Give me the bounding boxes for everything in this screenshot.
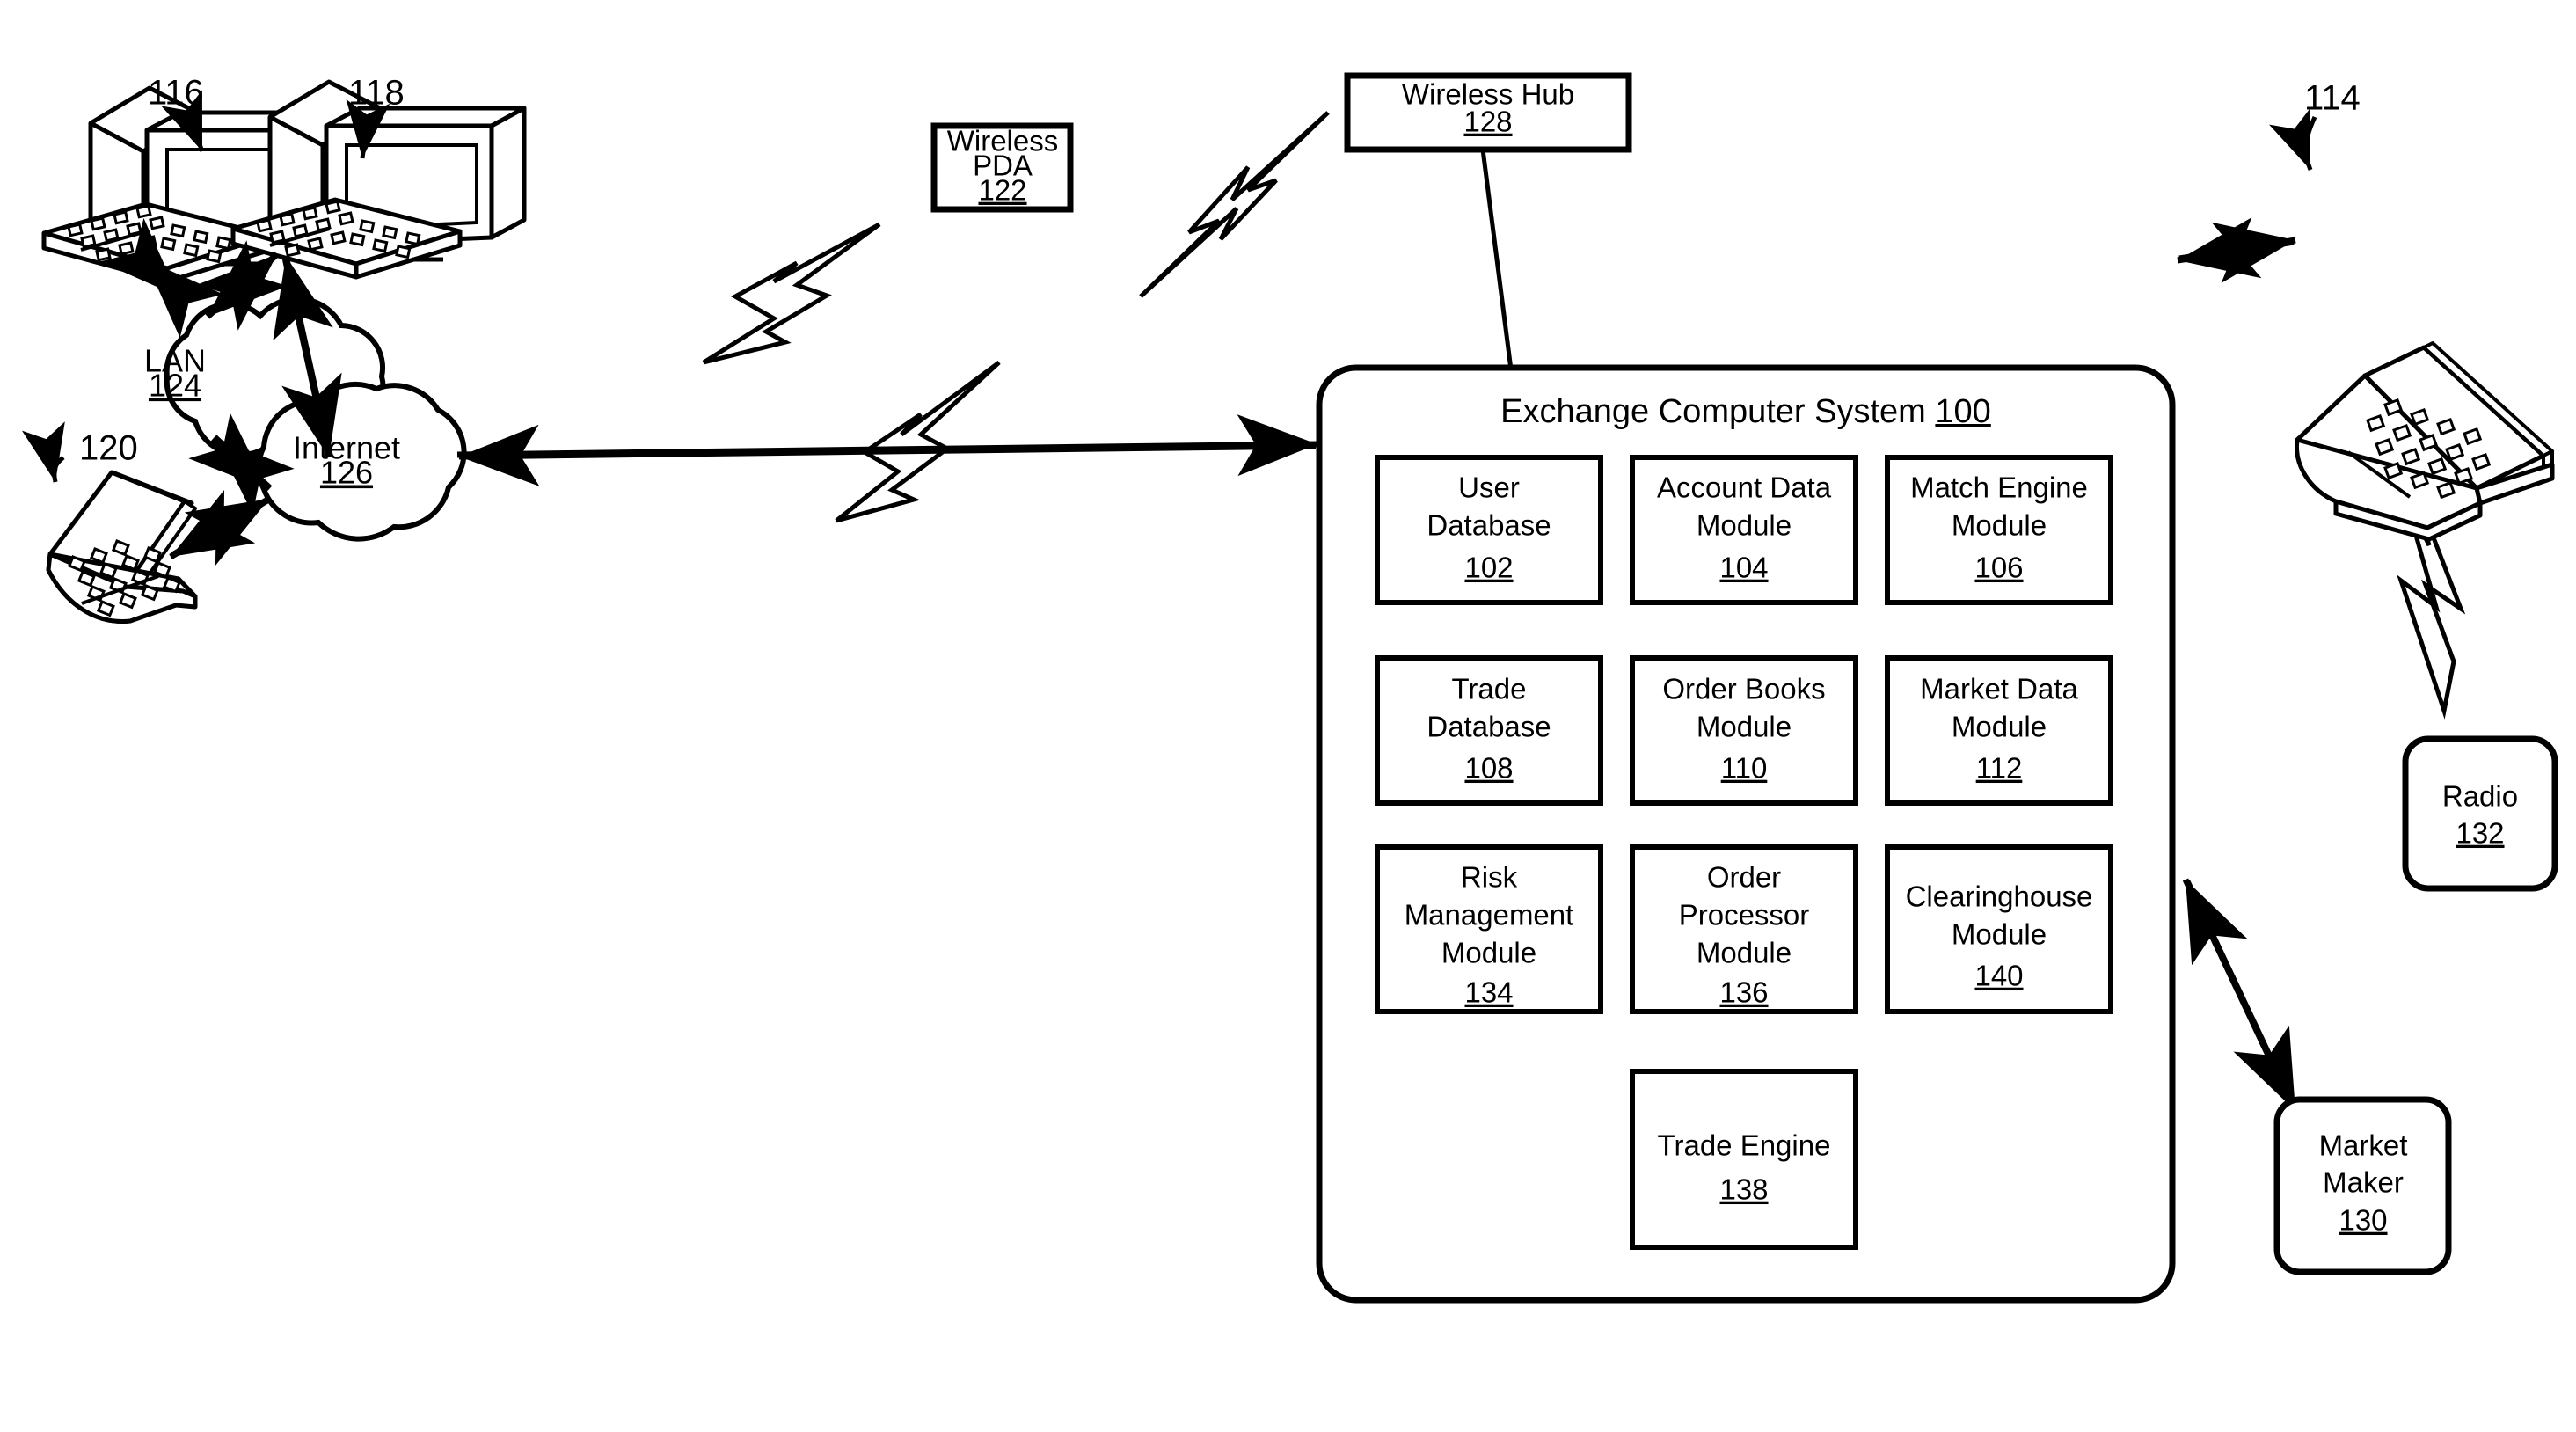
market-maker-line-0: Market <box>2319 1129 2408 1162</box>
module-market-data: Market Data Module 112 <box>1885 655 2113 806</box>
module-clearinghouse-line-0: Clearinghouse <box>1906 880 2093 913</box>
internet-cloud-ref: 126 <box>320 455 373 491</box>
module-trade-database: Trade Database 108 <box>1375 655 1603 806</box>
laptop-computer-120 <box>46 470 198 624</box>
module-user-database-line-1: Database <box>1427 509 1551 542</box>
ref-120-leader <box>21 421 65 483</box>
market-maker-ref: 130 <box>2339 1204 2387 1237</box>
module-risk-management-line-2: Module <box>1441 937 1536 969</box>
radio-ref: 132 <box>2456 817 2504 850</box>
wireless-hub-ref: 128 <box>1463 106 1512 138</box>
module-trade-database-line-0: Trade <box>1452 673 1527 705</box>
module-order-processor-line-2: Module <box>1697 937 1792 969</box>
exchange-system-title-ref: 100 <box>1935 393 1990 430</box>
ref-114-leader <box>2269 108 2317 171</box>
module-order-processor-line-1: Processor <box>1679 899 1810 932</box>
market-maker-box: Market Maker 130 <box>2273 1096 2452 1275</box>
module-trade-engine-ref: 138 <box>1719 1173 1768 1206</box>
module-market-data-line-1: Module <box>1952 711 2047 743</box>
ref-118: 118 <box>348 74 405 113</box>
module-clearinghouse-ref: 140 <box>1974 960 2023 992</box>
module-user-database-line-0: User <box>1458 471 1520 504</box>
ref-120: 120 <box>79 429 138 468</box>
module-clearinghouse-line-1: Module <box>1952 918 2047 951</box>
module-account-data: Account Data Module 104 <box>1630 455 1858 605</box>
module-account-data-line-1: Module <box>1697 509 1792 542</box>
radio-box: Radio 132 <box>2402 735 2558 892</box>
ref-116: 116 <box>148 74 204 113</box>
wireless-hub-box: Wireless Hub 128 <box>1344 72 1632 153</box>
lightning-bolt-pda-hub <box>1139 111 1330 298</box>
ref-114: 114 <box>2304 79 2361 118</box>
module-trade-engine-line-0: Trade Engine <box>1658 1129 1831 1162</box>
module-trade-database-line-1: Database <box>1427 711 1551 743</box>
module-risk-management-ref: 134 <box>1464 976 1513 1009</box>
module-order-processor-line-0: Order <box>1707 861 1781 894</box>
module-user-database: User Database 102 <box>1375 455 1603 605</box>
module-market-data-ref: 112 <box>1976 752 2023 785</box>
module-risk-management-line-1: Management <box>1405 899 1574 932</box>
module-order-processor-ref: 136 <box>1719 976 1768 1009</box>
lightning-bolt-upper-left <box>702 222 881 365</box>
module-account-data-ref: 104 <box>1719 552 1768 584</box>
module-match-engine-line-1: Module <box>1952 509 2047 542</box>
module-match-engine-line-0: Match Engine <box>1910 471 2088 504</box>
hub-exchange-connector <box>1480 149 1514 370</box>
module-risk-management: Risk Management Module 134 <box>1375 844 1603 1014</box>
module-order-processor: Order Processor Module 136 <box>1630 844 1858 1014</box>
module-match-engine-ref: 106 <box>1974 552 2023 584</box>
radio-line-0: Radio <box>2442 780 2518 813</box>
patent-figure: 116 118 LAN 124 Internet 126 120 Wireles… <box>0 0 2576 1432</box>
module-order-books: Order Books Module 110 <box>1630 655 1858 806</box>
module-user-database-ref: 102 <box>1464 552 1513 584</box>
module-trade-engine: Trade Engine 138 <box>1630 1069 1858 1250</box>
module-order-books-ref: 110 <box>1721 752 1768 785</box>
module-clearinghouse: Clearinghouse Module 140 <box>1885 844 2113 1014</box>
module-risk-management-line-0: Risk <box>1461 861 1518 894</box>
lan-cloud-ref: 124 <box>149 368 201 404</box>
module-order-books-line-1: Module <box>1697 711 1792 743</box>
module-match-engine: Match Engine Module 106 <box>1885 455 2113 605</box>
arrow-114-to-exchange <box>2177 217 2295 279</box>
market-maker-line-1: Maker <box>2323 1166 2404 1199</box>
module-market-data-line-0: Market Data <box>1920 673 2078 705</box>
module-order-books-line-0: Order Books <box>1662 673 1825 705</box>
exchange-system-title: Exchange Computer System 100 <box>1500 393 1991 430</box>
exchange-system-title-text: Exchange Computer System <box>1500 393 1926 430</box>
internet-cloud: Internet 126 <box>256 381 467 542</box>
laptop-computer-114 <box>2295 341 2555 542</box>
lightning-bolt-lower-left <box>835 360 1001 523</box>
module-account-data-line-0: Account Data <box>1657 471 1832 504</box>
arrow-exchange-to-marketmaker <box>2184 880 2299 1113</box>
wireless-pda-box: Wireless PDA 122 <box>930 122 1074 213</box>
module-trade-database-ref: 108 <box>1464 752 1513 785</box>
exchange-computer-system: Exchange Computer System 100 User Databa… <box>1316 364 2176 1304</box>
wireless-pda-ref: 122 <box>978 174 1026 207</box>
